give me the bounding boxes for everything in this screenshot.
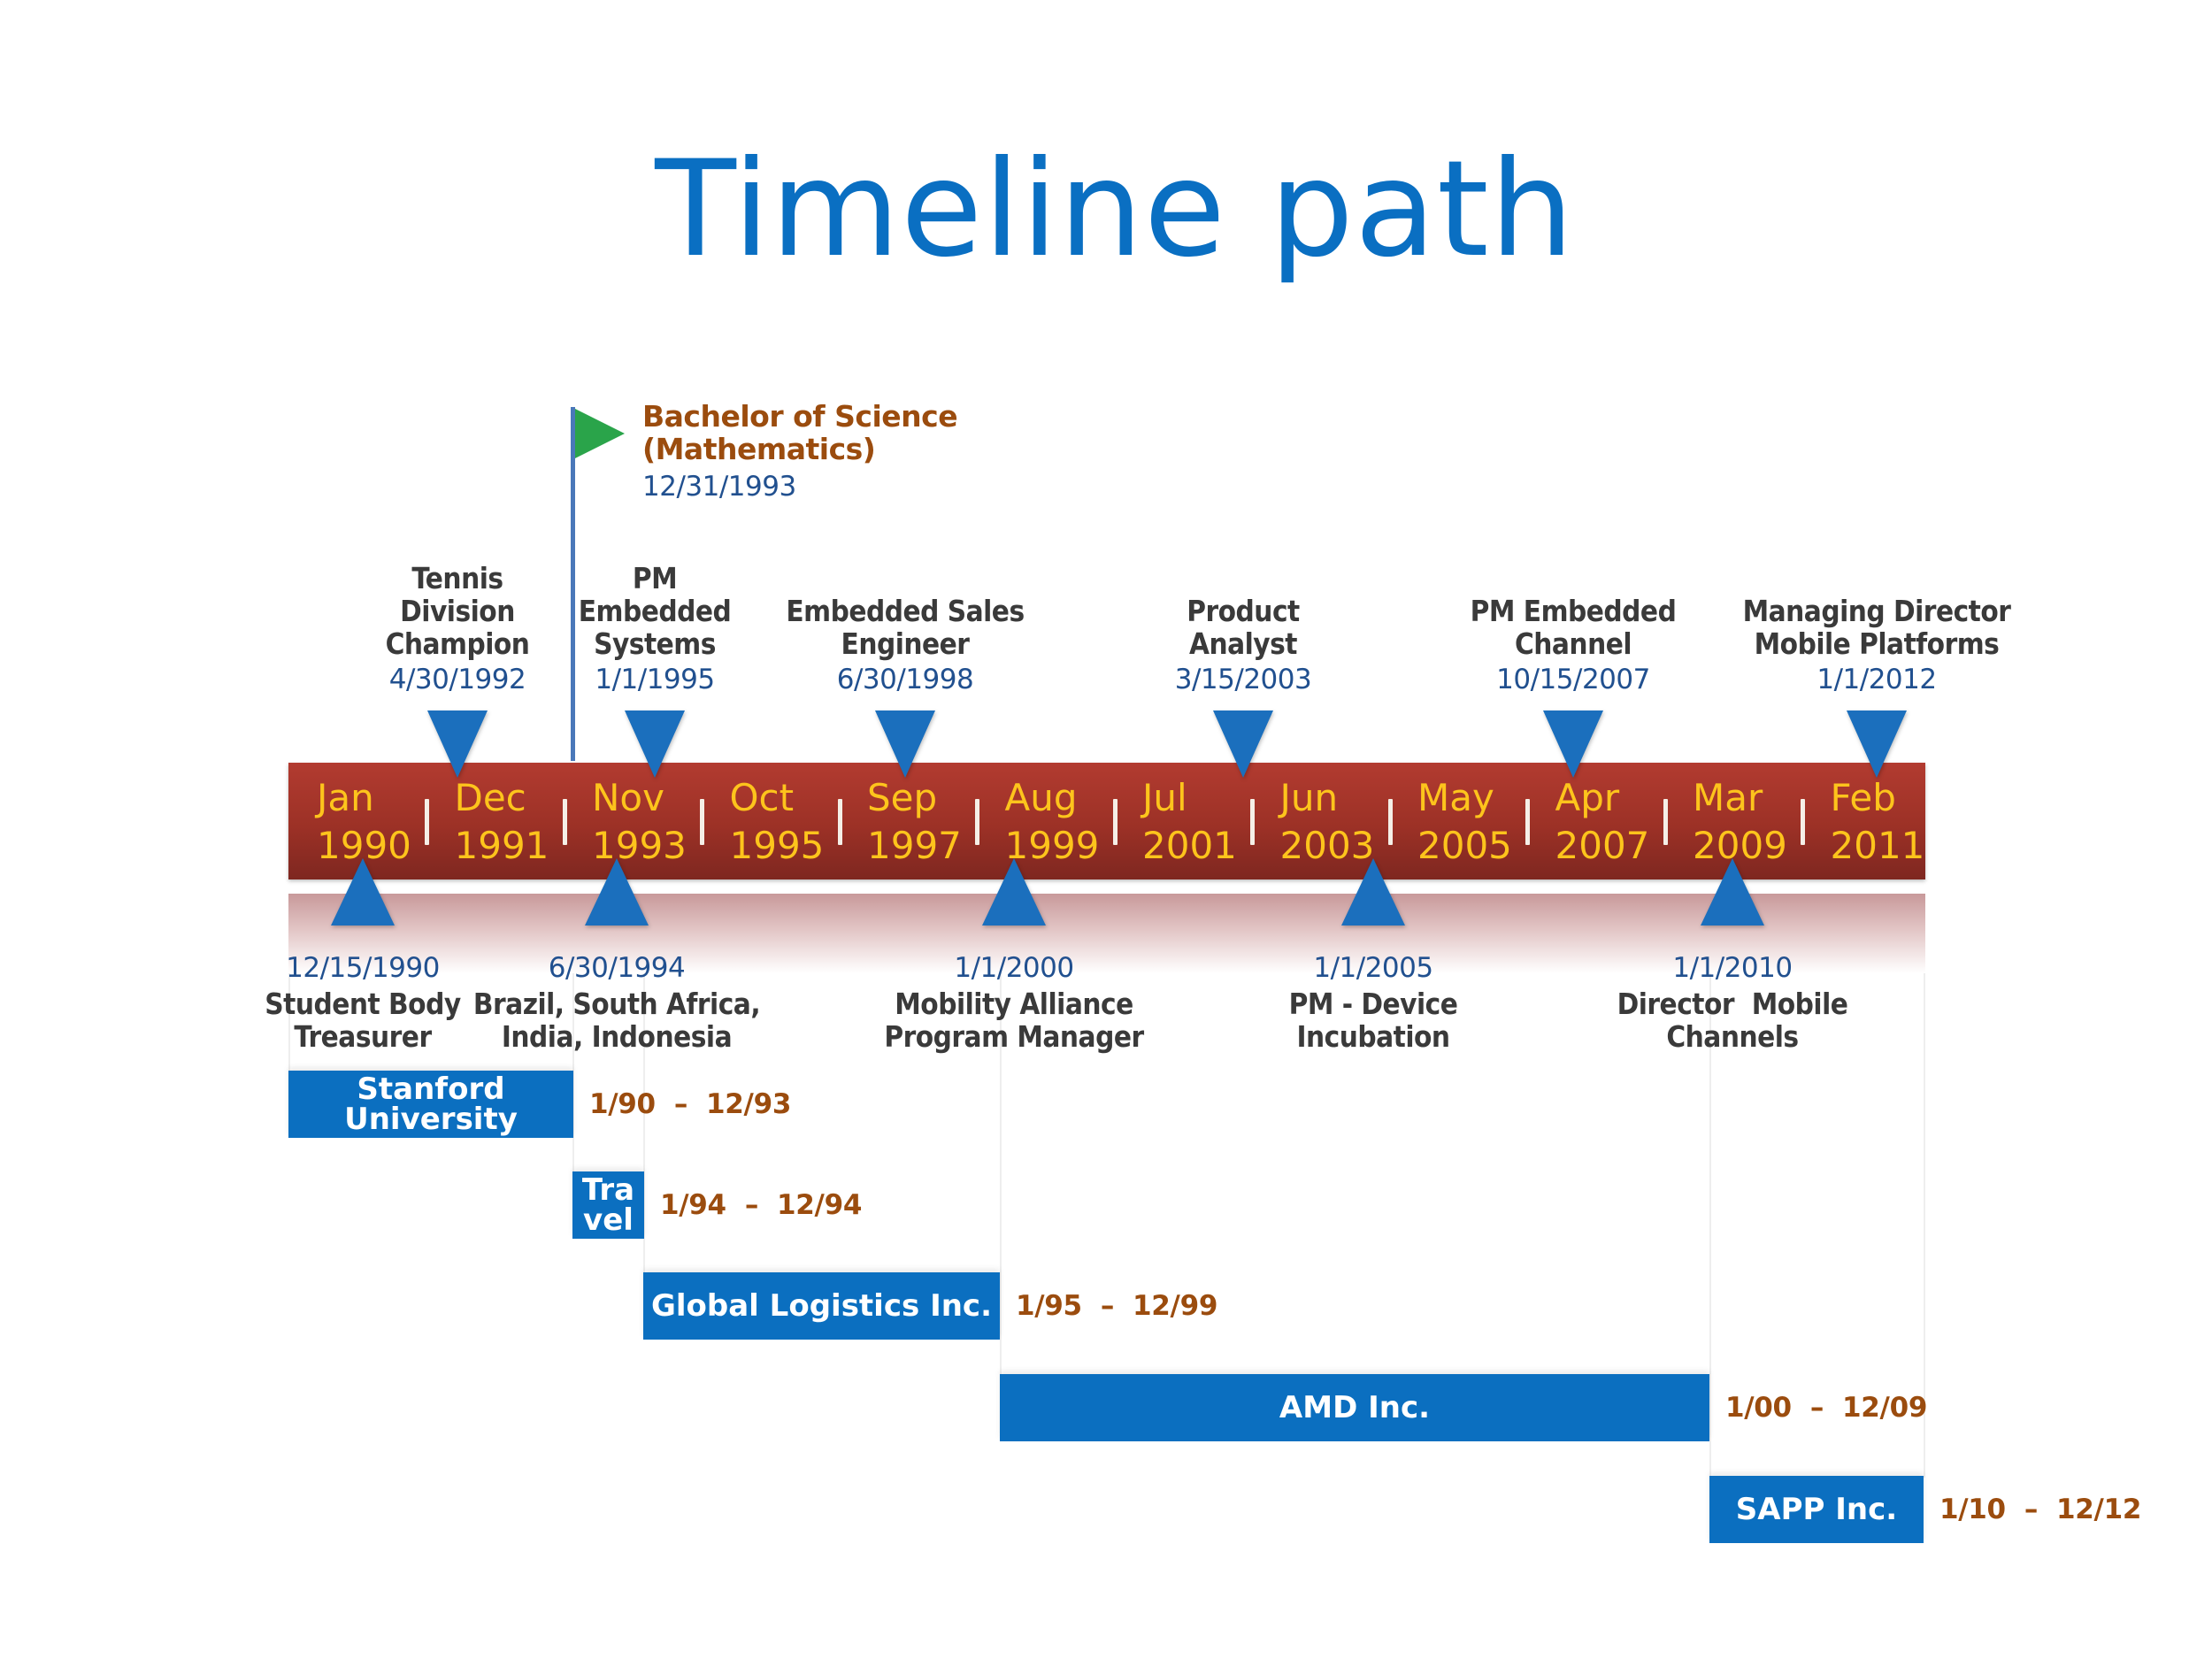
milestone-date: 1/1/2012 [1816,664,1937,695]
phase-date-range: 1/95 – 12/99 [1016,1290,1218,1322]
flag-milestone: Bachelor of Science (Mathematics) 12/31/… [642,399,958,508]
period-month: Nov [592,776,664,819]
page-title: Timeline path [655,133,1575,287]
milestone-label: Managing Director Mobile Platforms [1742,594,2011,661]
marker-up-icon [982,858,1046,926]
timeline-period: Oct 1995 [730,774,825,870]
period-year: 1997 [867,824,962,867]
period-year: 2011 [1830,824,1925,867]
period-separator [1387,799,1393,845]
milestone-label: Mobility Alliance Program Manager [884,987,1144,1054]
period-month: Aug [1004,776,1078,819]
period-separator [1663,799,1668,845]
phase-name: Global Logistics Inc. [650,1288,992,1324]
marker-down-icon [427,710,488,778]
timeline-period: Jan 1990 [317,774,411,870]
period-separator [1525,799,1530,845]
marker-down-icon [875,710,935,778]
flag-title-line1: Bachelor of Science [642,399,958,434]
marker-up-icon [1701,858,1764,926]
period-year: 2001 [1142,824,1237,867]
period-year: 2005 [1417,824,1512,867]
period-separator [425,799,429,845]
marker-up-icon [585,858,649,926]
marker-down-icon [1543,710,1603,778]
period-year: 1991 [454,824,549,867]
period-separator [975,799,979,845]
period-month: Sep [867,776,938,819]
phase-name: Stanford University [344,1071,518,1137]
flag-icon [575,409,625,458]
marker-down-icon [625,710,685,778]
phase-name: Tra vel [581,1172,635,1238]
milestone-date: 10/15/2007 [1496,664,1650,695]
milestone-date: 1/1/2005 [1313,952,1433,984]
period-month: Oct [729,776,795,819]
period-month: Dec [454,776,526,819]
phase-date-range: 1/94 – 12/94 [660,1189,863,1221]
milestone-above: PM Embedded Channel 10/15/2007 [1414,595,1732,699]
period-separator [700,799,704,845]
period-separator [562,799,567,845]
marker-down-icon [1213,710,1273,778]
marker-up-icon [331,858,395,926]
milestone-label: PM - Device Incubation [1288,987,1458,1054]
period-year: 1995 [729,824,825,867]
milestone-date: 3/15/2003 [1174,664,1312,695]
milestone-label: PM Embedded Channel [1470,594,1677,661]
timeline-period: Dec 1991 [455,774,549,870]
flag-milestone-date: 12/31/1993 [642,471,796,503]
timeline-period: Jun 2003 [1280,774,1375,870]
timeline-period: Feb 2011 [1831,774,1925,870]
flag-title-line2: (Mathematics) [642,432,876,466]
period-month: Mar [1693,776,1763,819]
milestone-above: Managing Director Mobile Platforms 1/1/201… [1717,595,2036,699]
flag-milestone-title: Bachelor of Science (Mathematics) [642,399,958,466]
timeline-period: Aug 1999 [1005,774,1100,870]
period-month: May [1417,776,1494,819]
timeline-period: Mar 2009 [1693,774,1787,870]
milestone-below: 1/1/2005 PM - Device Incubation [1205,949,1541,1053]
milestone-below: 6/30/1994 Brazil, South Africa, India, Ind… [449,949,785,1053]
period-separator [837,799,842,845]
period-month: Jun [1279,776,1339,819]
milestone-label: Embedded Sales Engineer [786,594,1025,661]
period-month: Feb [1830,776,1896,819]
milestone-date: 6/30/1994 [548,952,686,984]
milestone-label: Brazil, South Africa, India, Indonesia [472,987,761,1054]
milestone-date: 1/1/2010 [1672,952,1793,984]
marker-down-icon [1847,710,1907,778]
period-separator [1112,799,1118,845]
phase-date-range: 1/90 – 12/93 [589,1088,792,1120]
milestone-below: 1/1/2010 Director Mobile Channels [1564,949,1901,1053]
milestone-label: Director Mobile Channels [1617,987,1848,1054]
period-year: 2007 [1555,824,1650,867]
phase-bar: Stanford University [288,1071,573,1138]
phase-bar: Tra vel [572,1171,644,1239]
milestone-above: Embedded Sales Engineer 6/30/1998 [746,595,1064,699]
phase-date-range: 1/10 – 12/12 [1939,1494,2142,1525]
period-separator [1250,799,1255,845]
marker-up-icon [1341,858,1405,926]
phase-name: SAPP Inc. [1735,1492,1898,1527]
timeline-period: Apr 2007 [1555,774,1650,870]
milestone-date: 1/1/2000 [954,952,1074,984]
phase-name: AMD Inc. [1279,1390,1431,1425]
timeline-period: May 2005 [1417,774,1512,870]
period-month: Jan [317,776,374,819]
phase-bar: AMD Inc. [1000,1374,1709,1441]
timeline-period: Sep 1997 [867,774,962,870]
milestone-date: 6/30/1998 [836,664,974,695]
milestone-label: Product Analyst [1187,594,1300,661]
timeline-period: Jul 2001 [1142,774,1237,870]
phase-bar: SAPP Inc. [1709,1476,1924,1543]
milestone-above: Product Analyst 3/15/2003 [1084,595,1402,699]
timeline-period: Nov 1993 [592,774,687,870]
phase-bar: Global Logistics Inc. [643,1272,1000,1340]
period-month: Jul [1142,776,1187,819]
phase-date-range: 1/00 – 12/09 [1725,1392,1928,1424]
period-month: Apr [1555,776,1620,819]
milestone-below: 1/1/2000 Mobility Alliance Program Manager [846,949,1182,1053]
period-separator [1801,799,1805,845]
